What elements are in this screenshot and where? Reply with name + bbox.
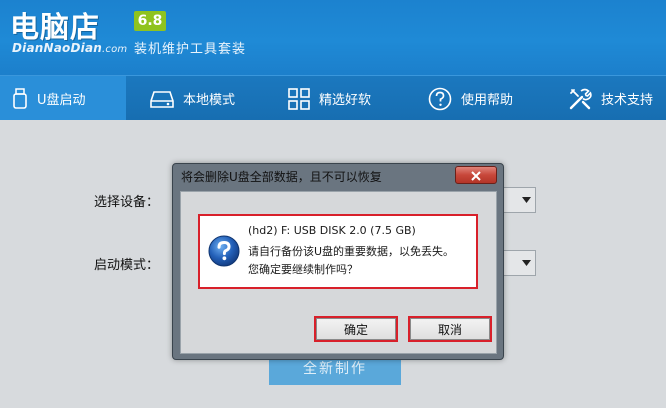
message-confirm-question: 您确定要继续制作吗？ <box>248 263 358 276</box>
app-subtitle: 装机维护工具套装 <box>134 42 247 57</box>
app-header: 电脑店 DianNaoDian.com 6.8 装机维护工具套装 <box>0 0 666 75</box>
main-nav: U盘启动 本地模式 精选好软 使用帮助 技术支持 <box>0 75 666 121</box>
logo-domain: .com <box>102 44 128 55</box>
version-badge: 6.8 <box>134 11 166 31</box>
nav-item-help[interactable]: 使用帮助 <box>428 76 513 121</box>
nav-item-local-mode[interactable]: 本地模式 <box>150 76 235 121</box>
dialog-close-button[interactable] <box>455 166 497 184</box>
nav-label: 技术支持 <box>601 93 654 108</box>
dialog-title: 将会删除U盘全部数据，且不可以恢复 <box>181 170 382 184</box>
message-box: (hd2) F: USB DISK 2.0 (7.5 GB) 请自行备份该U盘的… <box>198 214 478 289</box>
nav-label: U盘启动 <box>37 93 86 108</box>
logo-sub-text: DianNaoDian <box>12 41 103 55</box>
nav-item-usb-boot[interactable]: U盘启动 <box>0 76 126 121</box>
device-label: 选择设备： <box>94 195 160 210</box>
nav-label: 使用帮助 <box>461 93 514 108</box>
message-backup-warning: 请自行备份该U盘的重要数据，以免丢失。 <box>248 245 455 258</box>
message-device: (hd2) F: USB DISK 2.0 (7.5 GB) <box>248 224 416 237</box>
hard-disk-icon <box>150 89 174 109</box>
grid-apps-icon <box>288 87 310 110</box>
confirm-button[interactable]: 确定 <box>314 316 398 342</box>
nav-item-software[interactable]: 精选好软 <box>288 76 371 121</box>
help-icon <box>428 87 452 111</box>
logo-title: 电脑店 <box>10 10 101 44</box>
question-icon <box>208 235 240 267</box>
chevron-down-icon <box>517 251 535 275</box>
nav-label: 本地模式 <box>183 93 236 108</box>
logo-subtitle: DianNaoDian.com <box>12 41 127 55</box>
confirm-dialog: 将会删除U盘全部数据，且不可以恢复 (hd2) F: USB DISK 2.0 … <box>172 163 504 360</box>
cancel-button[interactable]: 取消 <box>408 316 492 342</box>
dialog-body: (hd2) F: USB DISK 2.0 (7.5 GB) 请自行备份该U盘的… <box>180 191 497 354</box>
tools-icon <box>568 87 592 111</box>
usb-drive-icon <box>12 87 28 110</box>
chevron-down-icon <box>517 188 535 212</box>
nav-item-tech-support[interactable]: 技术支持 <box>568 76 653 121</box>
nav-label: 精选好软 <box>319 93 372 108</box>
close-icon <box>471 166 481 185</box>
boot-mode-label: 启动模式： <box>94 258 160 273</box>
